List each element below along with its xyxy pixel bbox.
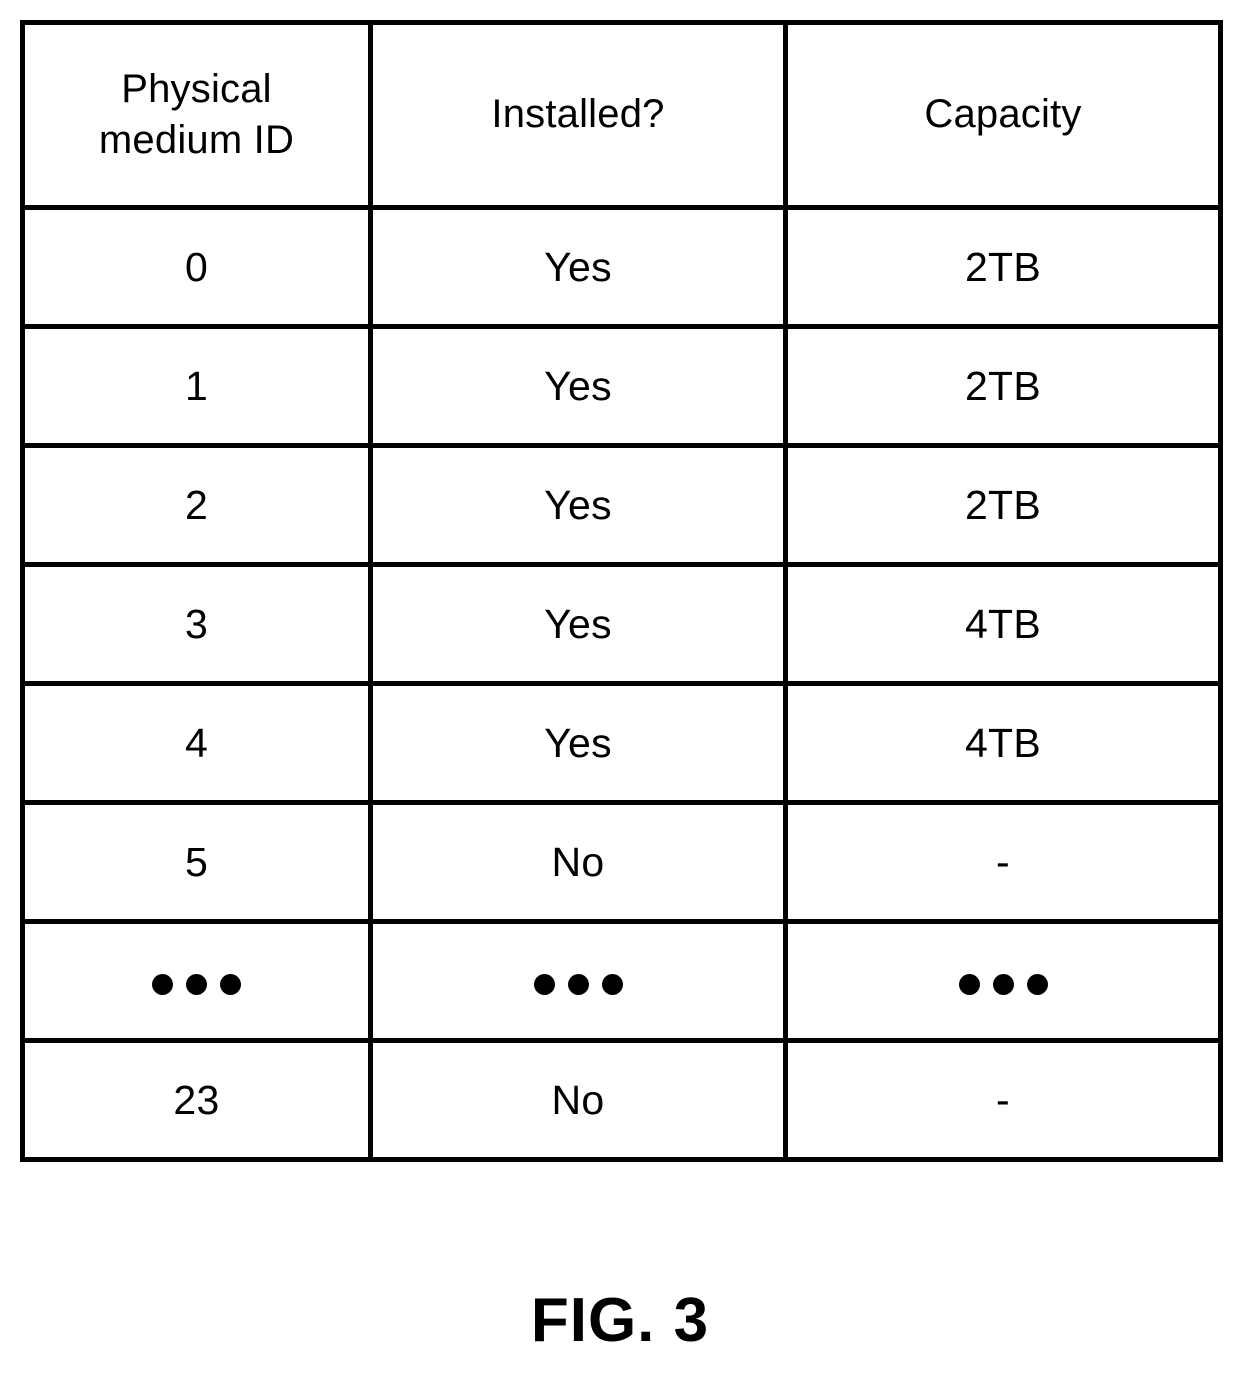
column-header-physical-medium-id: Physical medium ID (20, 20, 373, 210)
cell-physical-medium-id: 3 (20, 562, 373, 686)
cell-capacity: 2TB (783, 443, 1223, 567)
table-row: 1 Yes 2TB (20, 324, 1223, 448)
column-header-line: medium ID (98, 118, 295, 162)
cell-capacity: 2TB (783, 205, 1223, 329)
cell-physical-medium-id: 0 (20, 205, 373, 329)
cell-capacity: 4TB (783, 562, 1223, 686)
table-body: 0 Yes 2TB 1 Yes 2TB 2 Yes 2TB 3 Yes 4TB … (20, 205, 1223, 1162)
column-header-line: Installed? (491, 92, 665, 137)
column-header-line: Capacity (924, 92, 1082, 137)
ellipsis-icon (533, 973, 623, 995)
cell-installed: Yes (368, 205, 788, 329)
cell-physical-medium-id-ellipsis (20, 919, 373, 1043)
ellipsis-icon (152, 973, 241, 995)
table-row: 2 Yes 2TB (20, 443, 1223, 567)
cell-capacity: - (783, 800, 1223, 924)
cell-installed: Yes (368, 681, 788, 805)
column-header-capacity: Capacity (783, 20, 1223, 210)
cell-capacity: 2TB (783, 324, 1223, 448)
table-row: 3 Yes 4TB (20, 562, 1223, 686)
table-row: 5 No - (20, 800, 1223, 924)
cell-installed: Yes (368, 562, 788, 686)
column-header-line: Physical (121, 66, 272, 111)
cell-capacity: - (783, 1038, 1223, 1162)
table-header-row: Physical medium ID Installed? Capacity (20, 20, 1223, 210)
table-row: 4 Yes 4TB (20, 681, 1223, 805)
ellipsis-icon (958, 973, 1048, 995)
cell-physical-medium-id: 23 (20, 1038, 373, 1162)
table-row: 0 Yes 2TB (20, 205, 1223, 329)
column-header-installed: Installed? (368, 20, 788, 210)
cell-capacity-ellipsis (783, 919, 1223, 1043)
physical-medium-table: Physical medium ID Installed? Capacity 0… (20, 20, 1223, 1162)
cell-physical-medium-id: 1 (20, 324, 373, 448)
cell-installed-ellipsis (368, 919, 788, 1043)
cell-installed: No (368, 800, 788, 924)
cell-physical-medium-id: 5 (20, 800, 373, 924)
cell-installed: No (368, 1038, 788, 1162)
cell-capacity: 4TB (783, 681, 1223, 805)
table-header: Physical medium ID Installed? Capacity (20, 20, 1223, 210)
cell-physical-medium-id: 4 (20, 681, 373, 805)
cell-physical-medium-id: 2 (20, 443, 373, 567)
figure-caption: FIG. 3 (530, 1286, 710, 1355)
table-row: 23 No - (20, 1038, 1223, 1162)
cell-installed: Yes (368, 324, 788, 448)
table-row-ellipsis (20, 919, 1223, 1043)
cell-installed: Yes (368, 443, 788, 567)
figure-sheet: Physical medium ID Installed? Capacity 0… (0, 0, 1240, 1373)
